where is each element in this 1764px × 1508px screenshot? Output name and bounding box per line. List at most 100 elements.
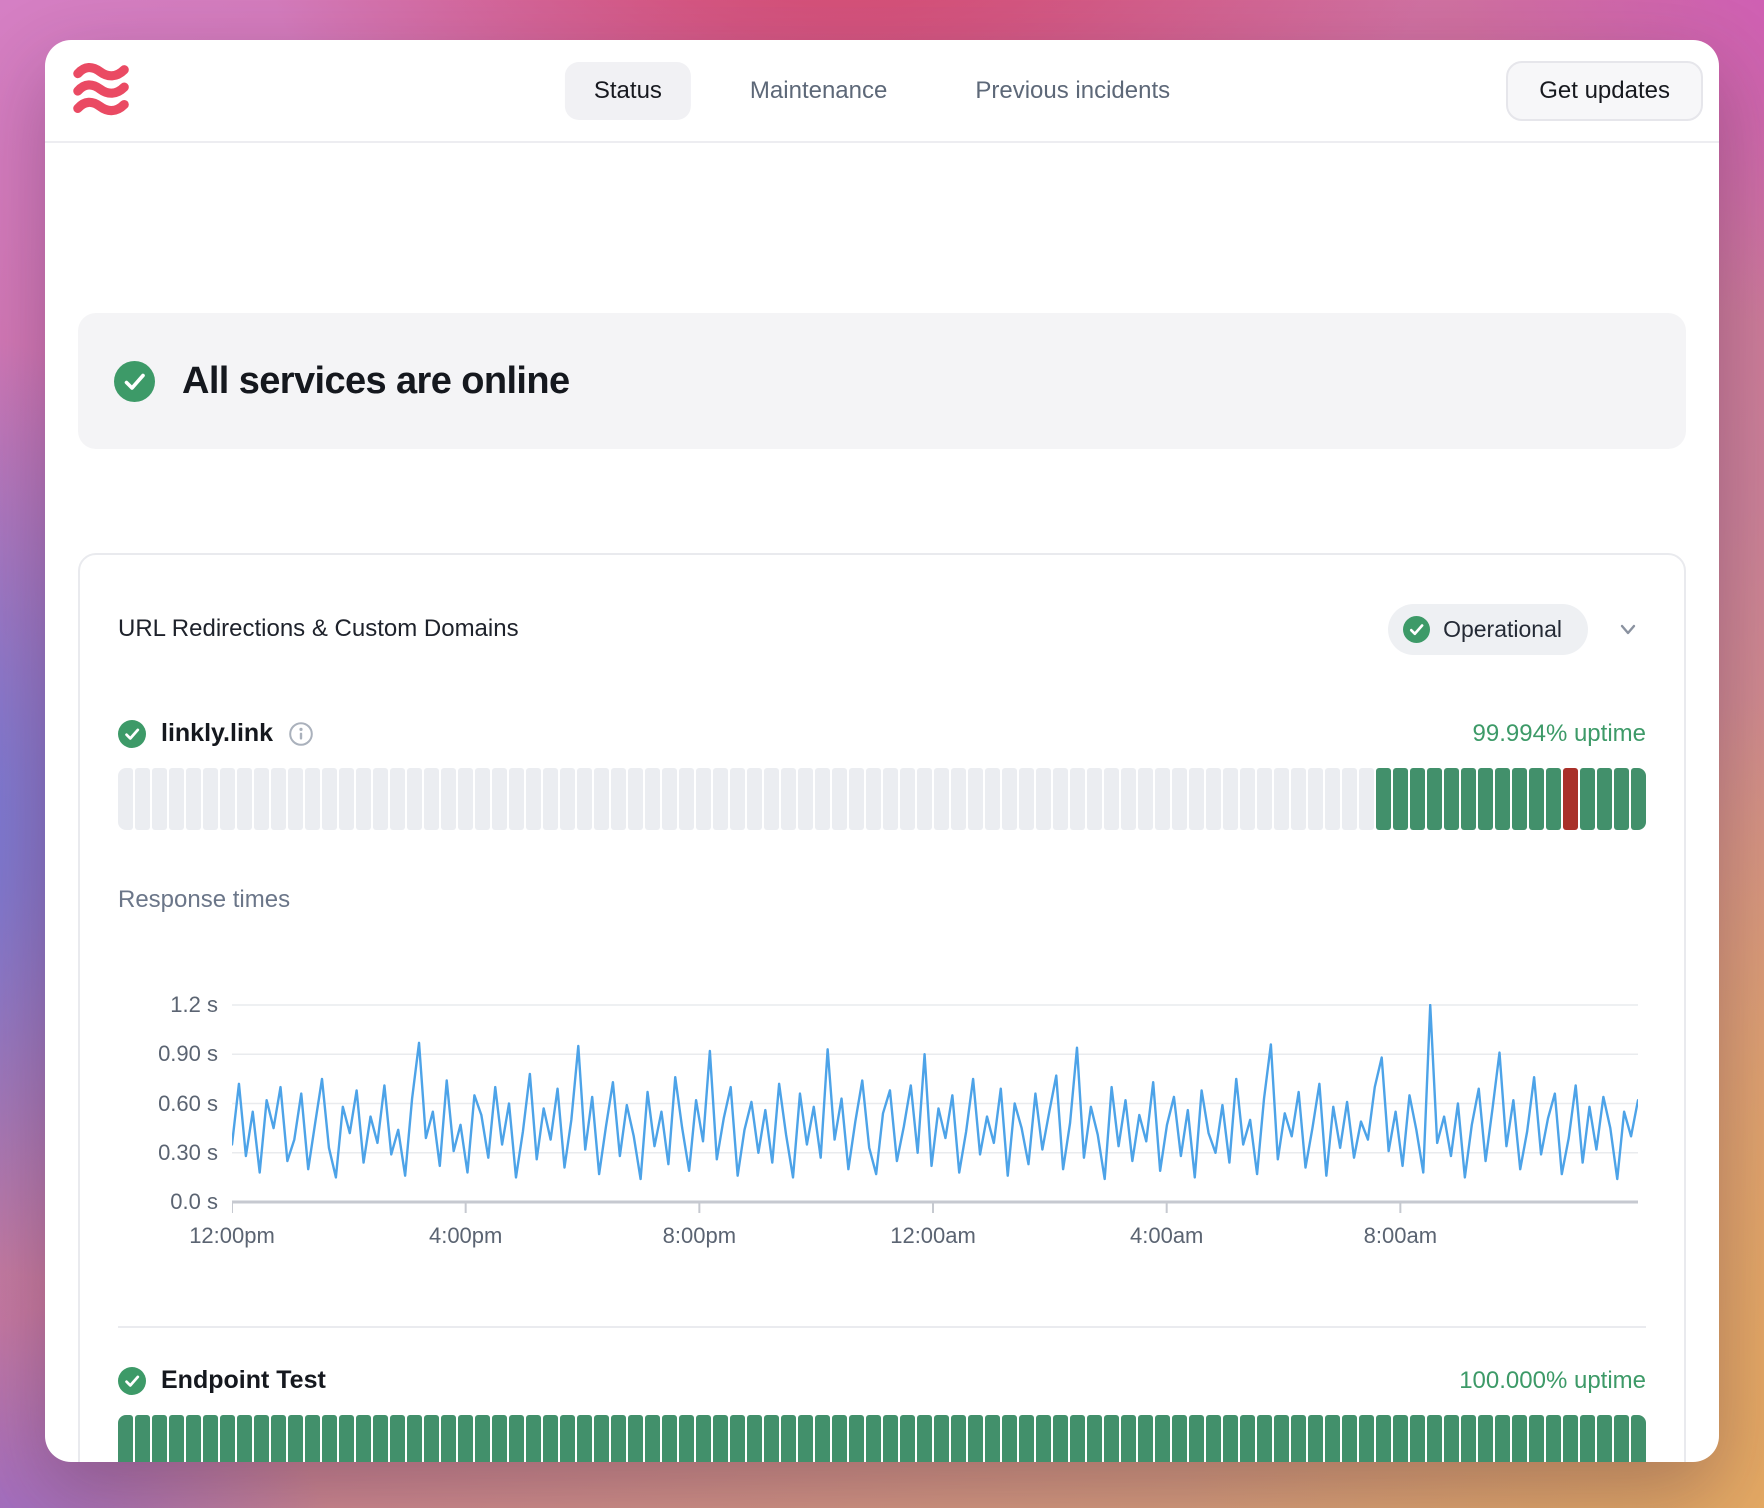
uptime-bar-empty [169, 768, 184, 830]
uptime-bar-up [1087, 1415, 1102, 1462]
uptime-bar-empty [492, 768, 507, 830]
operational-status-badge[interactable]: Operational [1388, 604, 1588, 655]
uptime-bar-up [407, 1415, 422, 1462]
uptime-bar-empty [288, 768, 303, 830]
uptime-bar-empty [1359, 768, 1374, 830]
uptime-bar-up [356, 1415, 371, 1462]
uptime-bar-up [203, 1415, 218, 1462]
uptime-bar-up [611, 1415, 626, 1462]
uptime-bar-up [764, 1415, 779, 1462]
header-tabs: Status Maintenance Previous incidents [565, 62, 1199, 120]
uptime-bar-up [1036, 1415, 1051, 1462]
check-circle-icon [1403, 616, 1430, 643]
uptime-bar-empty [1206, 768, 1221, 830]
uptime-bar-up [781, 1415, 796, 1462]
uptime-bar-up [968, 1415, 983, 1462]
uptime-bar-empty [373, 768, 388, 830]
uptime-bar-up [1325, 1415, 1340, 1462]
uptime-bar-up [1580, 768, 1595, 830]
uptime-bar-up [577, 1415, 592, 1462]
uptime-bar-empty [441, 768, 456, 830]
uptime-bar-empty [1053, 768, 1068, 830]
uptime-bar-empty [696, 768, 711, 830]
tab-maintenance[interactable]: Maintenance [721, 62, 916, 120]
uptime-bar-empty [390, 768, 405, 830]
uptime-bar-empty [1087, 768, 1102, 830]
uptime-bar-up [815, 1415, 830, 1462]
uptime-bar-empty [815, 768, 830, 830]
uptime-bar-strip-linkly-link [118, 768, 1646, 830]
service-group-header: URL Redirections & Custom Domains Operat… [118, 601, 1646, 657]
uptime-bar-empty [611, 768, 626, 830]
uptime-bar-up [696, 1415, 711, 1462]
uptime-bar-up [645, 1415, 660, 1462]
uptime-bar-up [169, 1415, 184, 1462]
uptime-bar-up [1070, 1415, 1085, 1462]
uptime-bar-up [1308, 1415, 1323, 1462]
monitor-name: linkly.link [161, 719, 273, 748]
page-content: All services are online URL Redirections… [45, 313, 1719, 1462]
uptime-bar-up [1427, 768, 1442, 830]
uptime-bar-up [1410, 1415, 1425, 1462]
uptime-bar-up [1461, 1415, 1476, 1462]
x-axis-label: 4:00am [1130, 1223, 1203, 1249]
monitor-divider [118, 1326, 1646, 1328]
uptime-bar-empty [951, 768, 966, 830]
uptime-bar-up [747, 1415, 762, 1462]
uptime-bar-up [951, 1415, 966, 1462]
uptime-bar-up [1478, 1415, 1493, 1462]
y-axis-label: 0.60 s [158, 1091, 218, 1117]
uptime-bar-up [1631, 768, 1646, 830]
uptime-bar-empty [1257, 768, 1272, 830]
response-times-chart: 1.2 s0.90 s0.60 s0.30 s0.0 s 12:00pm4:00… [118, 1004, 1646, 1274]
uptime-bar-up [186, 1415, 201, 1462]
uptime-bar-empty [713, 768, 728, 830]
uptime-bar-up [1444, 1415, 1459, 1462]
uptime-bar-up [1291, 1415, 1306, 1462]
header: Status Maintenance Previous incidents Ge… [45, 40, 1719, 143]
uptime-bar-empty [254, 768, 269, 830]
uptime-bar-up [424, 1415, 439, 1462]
uptime-bar-up [1512, 1415, 1527, 1462]
uptime-bar-empty [1172, 768, 1187, 830]
uptime-bar-empty [186, 768, 201, 830]
info-icon[interactable] [288, 721, 314, 747]
uptime-bar-up [543, 1415, 558, 1462]
uptime-bar-empty [237, 768, 252, 830]
uptime-bar-empty [220, 768, 235, 830]
uptime-bar-empty [1036, 768, 1051, 830]
get-updates-button[interactable]: Get updates [1506, 61, 1703, 121]
uptime-bar-up [1053, 1415, 1068, 1462]
uptime-bar-empty [730, 768, 745, 830]
uptime-bar-up [492, 1415, 507, 1462]
linkly-logo-icon[interactable] [71, 62, 133, 120]
tab-previous-incidents[interactable]: Previous incidents [946, 62, 1199, 120]
x-axis-label: 8:00pm [663, 1223, 736, 1249]
uptime-bar-up [1495, 768, 1510, 830]
uptime-bar-empty [135, 768, 150, 830]
uptime-bar-up [883, 1415, 898, 1462]
uptime-bar-up [628, 1415, 643, 1462]
uptime-bar-up [1563, 1415, 1578, 1462]
uptime-bar-up [509, 1415, 524, 1462]
uptime-bar-up [1546, 1415, 1561, 1462]
uptime-bar-empty [407, 768, 422, 830]
status-badge-label: Operational [1443, 616, 1562, 643]
expand-group-button[interactable] [1610, 611, 1646, 647]
uptime-bar-empty [985, 768, 1000, 830]
uptime-bar-empty [271, 768, 286, 830]
uptime-bar-empty [458, 768, 473, 830]
uptime-bar-up [1529, 1415, 1544, 1462]
uptime-bar-empty [322, 768, 337, 830]
uptime-bar-empty [1104, 768, 1119, 830]
uptime-bar-up [1376, 1415, 1391, 1462]
x-axis-label: 12:00am [890, 1223, 976, 1249]
uptime-bar-empty [832, 768, 847, 830]
uptime-bar-empty [1325, 768, 1340, 830]
uptime-bar-up [798, 1415, 813, 1462]
uptime-bar-empty [305, 768, 320, 830]
uptime-bar-up [1495, 1415, 1510, 1462]
uptime-bar-up [1512, 768, 1527, 830]
tab-status[interactable]: Status [565, 62, 691, 120]
uptime-bar-up [1223, 1415, 1238, 1462]
